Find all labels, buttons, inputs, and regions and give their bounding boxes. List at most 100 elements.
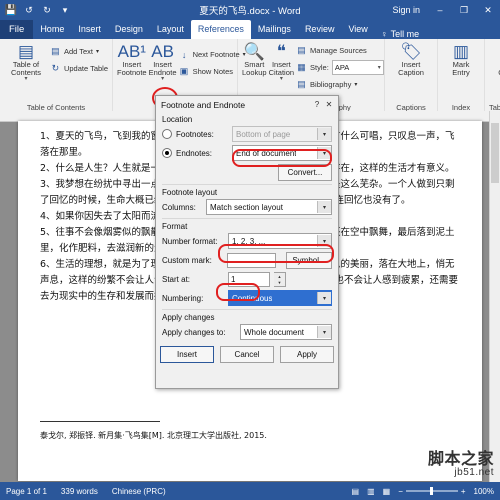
numbering-select[interactable]: Continuous ▾: [228, 290, 332, 306]
zoom-level[interactable]: 100%: [474, 487, 494, 496]
zoom-track[interactable]: [405, 487, 458, 495]
insert-caption-icon: 🏷: [400, 42, 422, 61]
endnotes-value: End of document: [236, 148, 297, 158]
language-indicator[interactable]: Chinese (PRC): [112, 487, 166, 496]
tab-mailings[interactable]: Mailings: [251, 20, 298, 39]
print-layout-icon[interactable]: ▥: [367, 487, 375, 496]
tab-home[interactable]: Home: [33, 20, 71, 39]
insert-citation-label: Insert Citation: [268, 60, 295, 77]
endnotes-select[interactable]: End of document ▾: [232, 145, 332, 161]
read-mode-icon[interactable]: ▤: [352, 487, 360, 496]
chevron-down-icon[interactable]: ▾: [317, 147, 331, 159]
footnotes-value: Bottom of page: [236, 129, 291, 139]
divider: [162, 309, 332, 310]
mark-citation-button[interactable]: ▧ Mark Citation: [489, 41, 500, 77]
footnotes-radio[interactable]: [162, 129, 172, 139]
endnotes-radio[interactable]: [162, 148, 172, 158]
chevron-down-icon[interactable]: ▾: [317, 292, 331, 304]
manage-sources-button[interactable]: ▤ Manage Sources: [296, 43, 384, 58]
endnotes-row: Endnotes: End of document ▾: [162, 145, 332, 161]
insert-button[interactable]: Insert: [160, 346, 214, 363]
undo-icon[interactable]: ↺: [23, 4, 35, 16]
columns-select[interactable]: Match section layout ▾: [206, 199, 332, 215]
dialog-body: Location Footnotes: Bottom of page ▾ End…: [156, 115, 338, 363]
citation-style-select[interactable]: APA ▾: [331, 60, 384, 75]
insert-footnote-button[interactable]: AB¹ Insert Footnote: [117, 41, 147, 77]
show-notes-button[interactable]: ▣ Show Notes: [179, 64, 246, 79]
apply-to-select[interactable]: Whole document ▾: [240, 324, 332, 340]
update-table-label: Update Table: [63, 64, 108, 73]
insert-endnote-icon: AB: [151, 42, 174, 61]
group-items: ▤ Table of Contents ▾ ▤ Add Text ▾ ↻ Upd…: [4, 41, 108, 103]
symbol-button[interactable]: Symbol...: [286, 252, 332, 269]
web-layout-icon[interactable]: ▦: [383, 487, 391, 496]
table-of-contents-button[interactable]: ▤ Table of Contents ▾: [4, 41, 48, 82]
chevron-down-icon[interactable]: ▾: [317, 201, 331, 213]
tab-file[interactable]: File: [0, 20, 34, 39]
group-items: ▧ Mark Citation: [489, 41, 500, 103]
update-table-button[interactable]: ↻ Update Table: [50, 61, 108, 76]
stepper-down-icon[interactable]: ▼: [274, 280, 285, 287]
start-at-input[interactable]: 1: [228, 272, 270, 287]
close-icon[interactable]: ✕: [323, 100, 335, 109]
zoom-in-button[interactable]: +: [461, 487, 466, 496]
minimize-button[interactable]: –: [428, 0, 452, 20]
help-icon[interactable]: ?: [311, 100, 323, 109]
tab-layout[interactable]: Layout: [150, 20, 191, 39]
cancel-button[interactable]: Cancel: [220, 346, 274, 363]
page-indicator[interactable]: Page 1 of 1: [6, 487, 47, 496]
start-at-stepper[interactable]: ▲ ▼: [274, 272, 286, 287]
tab-references[interactable]: References: [190, 20, 251, 39]
chevron-down-icon: ▾: [279, 75, 283, 82]
maximize-button[interactable]: ❐: [452, 0, 476, 20]
mark-entry-button[interactable]: ▥ Mark Entry: [442, 41, 480, 77]
watermark-domain: jb51.net: [454, 467, 494, 478]
group-items: 🏷 Insert Caption: [389, 41, 433, 103]
dialog-title: Footnote and Endnote: [161, 99, 246, 110]
numbering-label: Numbering:: [162, 293, 204, 303]
tab-review[interactable]: Review: [298, 20, 342, 39]
add-text-button[interactable]: ▤ Add Text ▾: [50, 44, 108, 59]
touch-mode-icon[interactable]: ▾: [59, 4, 71, 16]
custom-mark-input[interactable]: [226, 253, 276, 268]
chevron-down-icon[interactable]: ▾: [317, 326, 331, 338]
footnote-and-endnote-dialog[interactable]: Footnote and Endnote ? ✕ Location Footno…: [155, 95, 339, 389]
insert-endnote-button[interactable]: AB Insert Endnote ▾: [149, 41, 177, 82]
close-button[interactable]: ✕: [476, 0, 500, 20]
redo-icon[interactable]: ↻: [41, 4, 53, 16]
tab-design[interactable]: Design: [108, 20, 150, 39]
zoom-out-button[interactable]: −: [398, 487, 403, 496]
scrollbar-thumb[interactable]: [491, 123, 499, 183]
tab-view[interactable]: View: [341, 20, 374, 39]
chevron-down-icon: ▾: [377, 65, 381, 71]
mark-entry-icon: ▥: [452, 42, 470, 61]
insert-citation-button[interactable]: ❝ Insert Citation ▾: [269, 41, 294, 82]
start-at-row: Start at: 1 ▲ ▼: [162, 272, 332, 287]
footnotes-select[interactable]: Bottom of page ▾: [232, 126, 332, 142]
next-footnote-button[interactable]: ↓ Next Footnote ▾: [179, 47, 246, 62]
chevron-down-icon[interactable]: ▾: [317, 128, 331, 140]
tell-me-label: Tell me: [390, 29, 420, 39]
zoom-slider[interactable]: − +: [398, 487, 465, 496]
insert-caption-button[interactable]: 🏷 Insert Caption: [389, 41, 433, 77]
convert-button[interactable]: Convert...: [278, 164, 332, 181]
tell-me-box[interactable]: ♀ Tell me: [381, 29, 419, 39]
tab-insert[interactable]: Insert: [71, 20, 108, 39]
apply-to-row: Apply changes to: Whole document ▾: [162, 324, 332, 340]
number-format-select[interactable]: 1, 2, 3, ... ▾: [228, 233, 332, 249]
ribbon-group-captions: 🏷 Insert Caption Captions: [385, 39, 438, 113]
chevron-down-icon[interactable]: ▾: [317, 235, 331, 247]
smart-lookup-button[interactable]: 🔍 Smart Lookup: [242, 41, 267, 77]
chevron-down-icon: ▾: [161, 75, 165, 82]
update-table-icon: ↻: [51, 63, 60, 73]
bibliography-icon: ▤: [297, 79, 306, 89]
window-buttons: – ❐ ✕: [428, 0, 500, 20]
apply-button[interactable]: Apply: [280, 346, 334, 363]
word-count[interactable]: 339 words: [61, 487, 98, 496]
bibliography-button[interactable]: ▤ Bibliography ▾: [296, 77, 384, 92]
columns-row: Columns: Match section layout ▾: [162, 199, 332, 215]
insert-citation-icon: ❝: [276, 42, 286, 61]
sign-in-button[interactable]: Sign in: [392, 0, 420, 20]
save-icon[interactable]: 💾: [5, 4, 17, 16]
vertical-scrollbar[interactable]: [489, 111, 500, 482]
